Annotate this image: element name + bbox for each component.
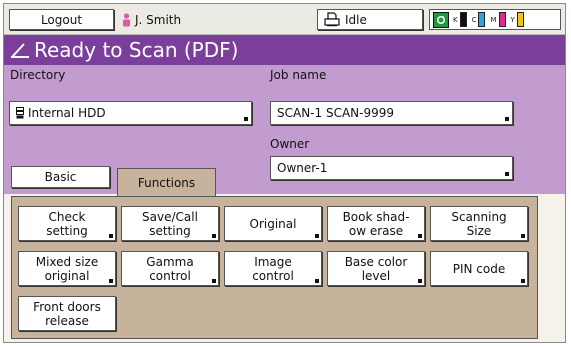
image-control-button[interactable]: Image control bbox=[224, 251, 322, 286]
toner-levels[interactable]: K C M Y bbox=[429, 9, 561, 30]
scan-settings: Directory Internal HDD Job name SCAN-1 S… bbox=[4, 65, 565, 196]
owner-value: Owner-1 bbox=[277, 161, 328, 175]
logout-label: Logout bbox=[40, 12, 83, 27]
functions-panel: Check setting Save/Call setting Original B… bbox=[11, 196, 538, 339]
directory-field[interactable]: Internal HDD bbox=[9, 101, 252, 125]
toner-y: Y bbox=[511, 12, 524, 27]
base-color-level-label: Base color level bbox=[344, 254, 408, 283]
tab-functions[interactable]: Functions bbox=[117, 168, 216, 196]
job-name-value: SCAN-1 SCAN-9999 bbox=[277, 106, 395, 120]
scan-screen: Logout J. Smith Idle K C M Y Ready to Sc… bbox=[3, 3, 566, 343]
gamma-control-label: Gamma control bbox=[146, 254, 194, 283]
original-label: Original bbox=[249, 216, 297, 231]
tab-basic-label: Basic bbox=[44, 170, 77, 184]
user-indicator: J. Smith bbox=[122, 9, 181, 30]
pin-code-label: PIN code bbox=[452, 261, 506, 276]
user-icon bbox=[123, 12, 130, 26]
gamma-control-button[interactable]: Gamma control bbox=[121, 251, 219, 286]
logout-button[interactable]: Logout bbox=[9, 9, 114, 30]
directory-value: Internal HDD bbox=[28, 106, 106, 120]
eco-icon bbox=[433, 11, 449, 28]
title-bar: Ready to Scan (PDF) bbox=[4, 35, 565, 65]
check-setting-button[interactable]: Check setting bbox=[18, 206, 116, 241]
toner-m: M bbox=[490, 12, 506, 27]
toner-c: C bbox=[472, 12, 486, 27]
front-doors-release-button[interactable]: Front doors release bbox=[18, 296, 116, 331]
storage-icon bbox=[16, 107, 24, 119]
job-name-label: Job name bbox=[270, 68, 327, 82]
check-setting-label: Check setting bbox=[46, 209, 88, 238]
user-name: J. Smith bbox=[135, 12, 182, 27]
book-shadow-erase-button[interactable]: Book shad-ow erase bbox=[327, 206, 425, 241]
image-control-label: Image control bbox=[252, 254, 294, 283]
base-color-level-button[interactable]: Base color level bbox=[327, 251, 425, 286]
save-call-setting-label: Save/Call setting bbox=[142, 209, 198, 238]
owner-field[interactable]: Owner-1 bbox=[270, 156, 513, 180]
pin-code-button[interactable]: PIN code bbox=[430, 251, 528, 286]
tab-functions-label: Functions bbox=[137, 175, 196, 190]
scanning-size-label: Scanning Size bbox=[451, 209, 507, 238]
mixed-size-original-label: Mixed size original bbox=[35, 254, 99, 283]
scanning-size-button[interactable]: Scanning Size bbox=[430, 206, 528, 241]
owner-label: Owner bbox=[270, 137, 310, 151]
printer-status-button[interactable]: Idle bbox=[317, 9, 423, 30]
job-name-field[interactable]: SCAN-1 SCAN-9999 bbox=[270, 101, 513, 125]
page-title: Ready to Scan (PDF) bbox=[34, 38, 239, 62]
directory-label: Directory bbox=[10, 68, 66, 82]
mixed-size-original-button[interactable]: Mixed size original bbox=[18, 251, 116, 286]
status-text: Idle bbox=[345, 12, 367, 27]
toner-k: K bbox=[453, 12, 467, 27]
front-doors-release-label: Front doors release bbox=[33, 299, 101, 328]
printer-icon bbox=[324, 12, 340, 27]
tab-basic[interactable]: Basic bbox=[11, 166, 110, 188]
save-call-setting-button[interactable]: Save/Call setting bbox=[121, 206, 219, 241]
top-status-bar: Logout J. Smith Idle K C M Y bbox=[4, 4, 565, 35]
original-button[interactable]: Original bbox=[224, 206, 322, 241]
scan-icon bbox=[11, 43, 29, 58]
book-shadow-erase-label: Book shad-ow erase bbox=[342, 209, 410, 238]
